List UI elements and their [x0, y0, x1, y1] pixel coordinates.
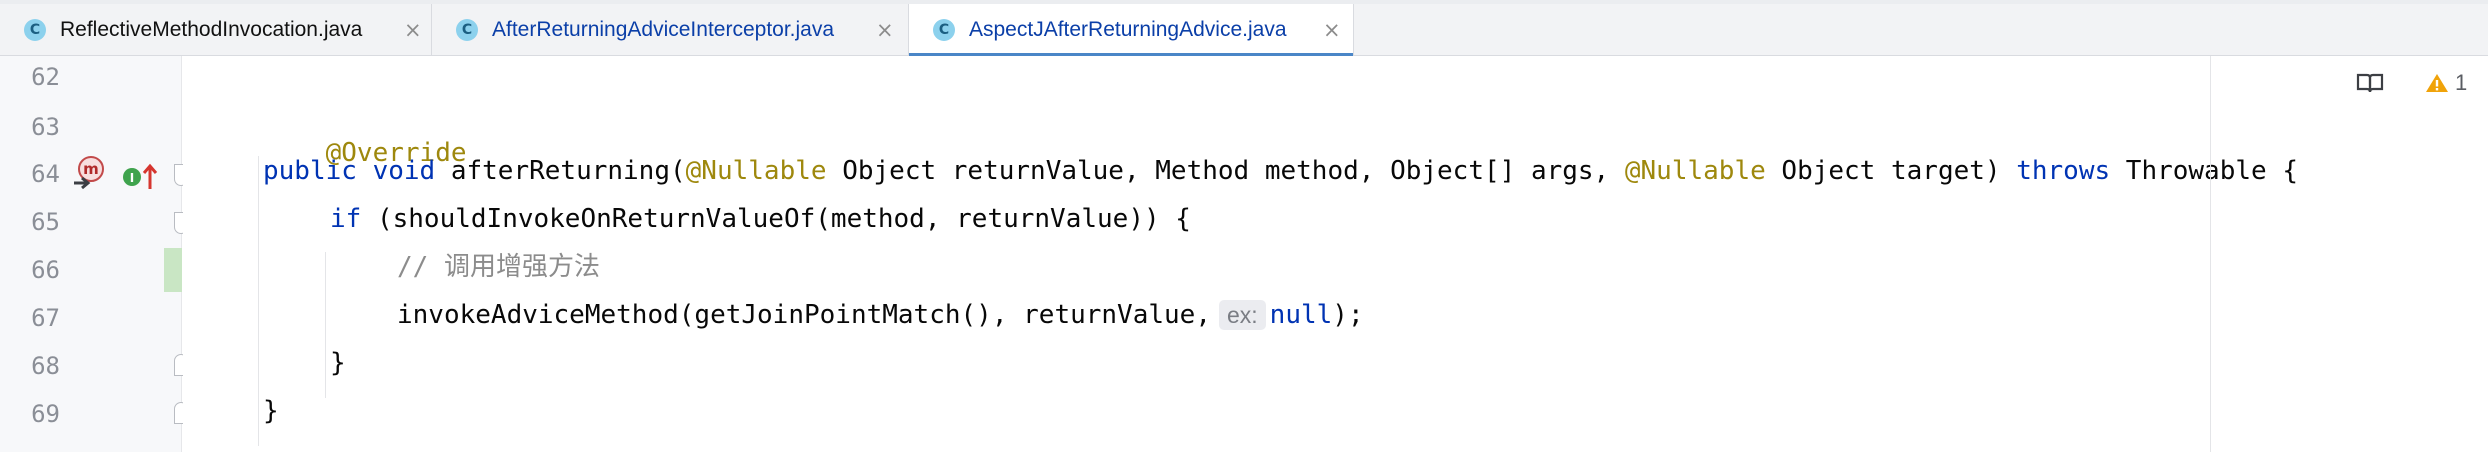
code-line-68[interactable]: } — [330, 348, 346, 378]
tab-after-returning-advice-interceptor[interactable]: C AfterReturningAdviceInterceptor.java × — [432, 4, 909, 56]
tab-reflective-method-invocation[interactable]: C ReflectiveMethodInvocation.java × — [0, 4, 432, 56]
code-line-67[interactable]: invokeAdviceMethod(getJoinPointMatch(), … — [397, 300, 1364, 330]
java-class-icon: C — [24, 19, 46, 41]
code-line-66[interactable]: // 调用增强方法 — [397, 252, 600, 282]
code-line-65[interactable]: if (shouldInvokeOnReturnValueOf(method, … — [330, 204, 1191, 234]
indent-guide — [258, 156, 259, 446]
parameters: Object returnValue, Method method, Objec… — [826, 156, 1625, 186]
nullable-annotation: @Nullable — [685, 156, 827, 186]
tab-aspectj-after-returning-advice[interactable]: C AspectJAfterReturningAdvice.java × — [909, 4, 1354, 57]
null-keyword: null — [1269, 300, 1333, 330]
indent-guide — [325, 252, 326, 398]
close-tab-icon[interactable]: × — [404, 17, 422, 43]
inspection-widget[interactable]: 1 — [2425, 70, 2467, 96]
line-number[interactable]: 68 — [0, 351, 60, 381]
if-keyword: if — [330, 204, 362, 234]
parameter-target: Object target) — [1765, 156, 2017, 186]
throws-keyword: throws — [2016, 156, 2111, 186]
close-tab-icon[interactable]: × — [1323, 17, 1341, 43]
svg-text:I: I — [130, 171, 134, 185]
warning-count: 1 — [2455, 70, 2468, 95]
method-name: afterReturning( — [450, 156, 686, 186]
right-margin-guide — [2210, 56, 2211, 452]
code-line-63[interactable]: @Override — [263, 108, 467, 168]
tab-label: ReflectiveMethodInvocation.java — [60, 18, 363, 41]
nullable-annotation: @Nullable — [1624, 156, 1766, 186]
warning-triangle-icon — [2426, 74, 2448, 92]
editor-tab-bar: C ReflectiveMethodInvocation.java × C Af… — [0, 4, 2488, 57]
keyword: public void — [263, 156, 451, 186]
line-number[interactable]: 64 — [0, 159, 60, 189]
code-line-64[interactable]: public void afterReturning(@Nullable Obj… — [263, 156, 2298, 186]
java-class-icon: C — [933, 19, 955, 41]
method-call: invokeAdviceMethod(getJoinPointMatch(), … — [397, 300, 1211, 330]
implemented-method-up-arrow-icon[interactable]: I — [120, 162, 160, 192]
code-comment: // 调用增强方法 — [397, 252, 600, 282]
if-condition: (shouldInvokeOnReturnValueOf(method, ret… — [361, 204, 1191, 234]
line-number[interactable]: 67 — [0, 303, 60, 333]
tab-label: AfterReturningAdviceInterceptor.java — [492, 18, 835, 41]
java-class-icon: C — [456, 19, 478, 41]
line-number[interactable]: 62 — [0, 62, 60, 92]
code-editor[interactable]: @Override public void afterReturning(@Nu… — [183, 56, 2488, 452]
tab-label: AspectJAfterReturningAdvice.java — [969, 18, 1287, 41]
throws-type: Throwable { — [2110, 156, 2298, 186]
closing-brace: } — [263, 396, 279, 426]
code-line-69[interactable]: } — [263, 396, 279, 426]
line-number[interactable]: 69 — [0, 399, 60, 429]
line-number[interactable]: 63 — [0, 112, 60, 142]
parameter-name-hint: ex: — [1218, 300, 1266, 330]
statement-end: ); — [1332, 300, 1364, 330]
closing-brace: } — [330, 348, 346, 378]
navigate-arrow-icon — [74, 176, 91, 190]
line-number[interactable]: 65 — [0, 207, 60, 237]
book-icon[interactable] — [2355, 72, 2385, 94]
line-number[interactable]: 66 — [0, 255, 60, 285]
vcs-change-marker[interactable] — [164, 248, 182, 292]
close-tab-icon[interactable]: × — [876, 17, 894, 43]
